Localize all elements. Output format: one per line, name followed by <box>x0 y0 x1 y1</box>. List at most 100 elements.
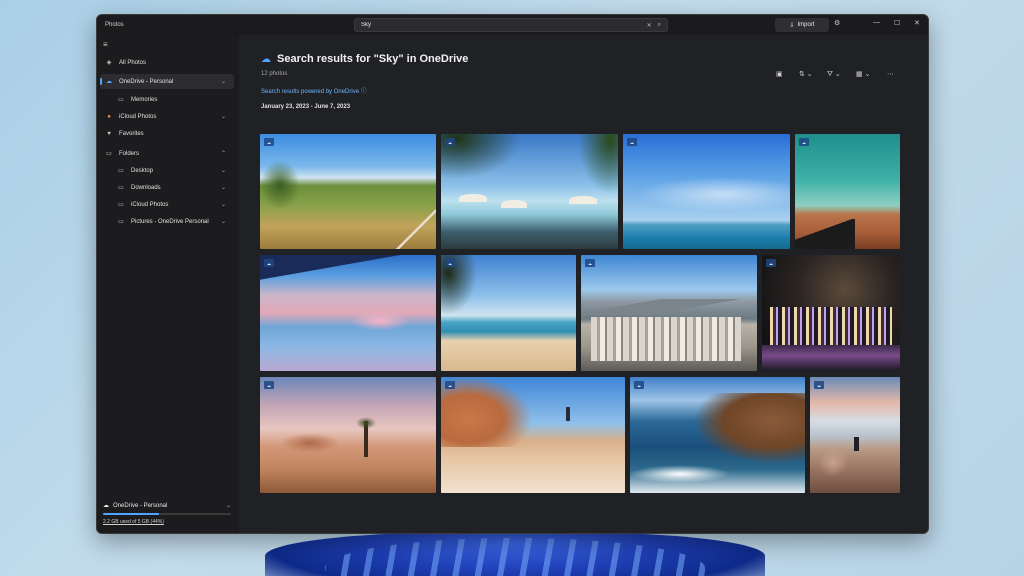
photo-rocky-coast-people[interactable]: ☁ <box>810 377 900 493</box>
folder-icon: ▭ <box>118 219 124 225</box>
sidebar-item-label: OneDrive - Personal <box>119 78 174 85</box>
photos-icon: ◈ <box>106 60 112 66</box>
photos-window: Photos ✕ ⌕ ⇩ Import ⚙ — ☐ ✕ ≡ ◈ All Phot… <box>96 14 929 534</box>
folder-icon: ▭ <box>118 168 124 174</box>
photo-desert-joshua-tree[interactable]: ☁ <box>260 377 436 493</box>
sidebar-item-label: All Photos <box>119 59 147 66</box>
sidebar-item-label: Memories <box>131 96 158 103</box>
storage-panel[interactable]: ☁ OneDrive - Personal ⌄ 2.2 GB used of 5… <box>103 502 231 525</box>
storage-progress-fill <box>103 513 160 515</box>
chevron-up-icon[interactable]: ⌃ <box>221 150 226 157</box>
chevron-down-icon[interactable]: ⌄ <box>221 201 226 208</box>
sidebar-item-label: Favorites <box>119 130 144 137</box>
onedrive-cloud-icon: ☁ <box>261 53 271 65</box>
import-button[interactable]: ⇩ Import <box>775 18 829 32</box>
storage-label: OneDrive - Personal <box>113 502 168 509</box>
wallpaper-bloom <box>265 532 765 576</box>
sidebar-item-icloud-photos-folder[interactable]: ▭ iCloud Photos ⌄ <box>100 197 234 212</box>
sidebar-item-label: iCloud Photos <box>131 201 169 208</box>
folder-icon: ▭ <box>106 151 112 157</box>
sidebar-item-folders[interactable]: ▭ Folders ⌃ <box>100 146 234 161</box>
search-icon[interactable]: ⌕ <box>658 22 661 29</box>
settings-gear-icon[interactable]: ⚙ <box>834 19 840 27</box>
storage-usage-link[interactable]: 2.2 GB used of 5 GB (44%) <box>103 519 231 525</box>
photo-rock-hiker[interactable]: ☁ <box>441 377 625 493</box>
powered-by-text: Search results powered by OneDrive <box>261 89 360 95</box>
page-title-text: Search results for "Sky" in OneDrive <box>277 53 469 65</box>
photo-airplane-wing-clouds[interactable]: ☁ <box>260 255 436 371</box>
photo-cliff-turquoise-sky[interactable]: ☁ <box>795 134 900 249</box>
onedrive-badge-icon: ☁ <box>766 259 776 267</box>
view-options-icon[interactable]: ▦ ⌄ <box>856 70 870 78</box>
import-icon: ⇩ <box>789 22 795 29</box>
chevron-down-icon[interactable]: ⌄ <box>226 502 231 509</box>
onedrive-badge-icon: ☁ <box>634 381 644 389</box>
onedrive-badge-icon: ☁ <box>445 381 455 389</box>
chevron-down-icon[interactable]: ⌄ <box>221 113 226 120</box>
onedrive-badge-icon: ☁ <box>585 259 595 267</box>
sidebar-item-desktop[interactable]: ▭ Desktop ⌄ <box>100 163 234 178</box>
heart-icon: ♥ <box>107 130 111 137</box>
page-title: ☁ Search results for "Sky" in OneDrive <box>261 53 468 65</box>
clear-search-icon[interactable]: ✕ <box>647 22 652 29</box>
app-title: Photos <box>105 22 124 28</box>
minimize-icon[interactable]: — <box>873 19 880 26</box>
chevron-down-icon[interactable]: ⌄ <box>221 78 226 85</box>
onedrive-badge-icon: ☁ <box>264 138 274 146</box>
filter-icon[interactable]: ⛛ ⌄ <box>827 70 841 79</box>
folder-icon: ▭ <box>118 97 124 103</box>
search-input[interactable] <box>361 22 641 28</box>
sidebar-item-label: Downloads <box>131 184 161 191</box>
photo-beach-umbrellas-palms[interactable]: ☁ <box>441 134 618 249</box>
sidebar-item-icloud-photos[interactable]: ● iCloud Photos ⌄ <box>100 109 234 124</box>
icloud-icon: ● <box>107 113 111 120</box>
sidebar-item-memories[interactable]: ▭ Memories <box>100 92 234 107</box>
sidebar-item-label: iCloud Photos <box>119 113 157 120</box>
main-content: ☁ Search results for "Sky" in OneDrive 1… <box>239 35 928 533</box>
sort-icon[interactable]: ⇅ ⌄ <box>799 70 813 78</box>
sidebar-item-favorites[interactable]: ♥ Favorites <box>100 126 234 141</box>
storage-progress-bar <box>103 513 231 515</box>
cloud-icon: ☁ <box>106 79 112 85</box>
chevron-down-icon[interactable]: ⌄ <box>221 167 226 174</box>
title-bar: Photos ✕ ⌕ ⇩ Import ⚙ — ☐ ✕ <box>97 15 928 35</box>
photo-night-skyline[interactable]: ☁ <box>762 255 900 371</box>
sidebar-item-label: Desktop <box>131 167 154 174</box>
close-icon[interactable]: ✕ <box>914 19 920 27</box>
sidebar-item-label: Pictures - OneDrive Personal <box>131 218 209 225</box>
photo-hillside-meadow[interactable]: ☁ <box>260 134 436 249</box>
photo-sea-cliffs-waves[interactable]: ☁ <box>630 377 805 493</box>
photo-sandy-beach-shore[interactable]: ☁ <box>441 255 576 371</box>
onedrive-badge-icon: ☁ <box>445 138 455 146</box>
search-box[interactable]: ✕ ⌕ <box>354 18 668 32</box>
onedrive-badge-icon: ☁ <box>445 259 455 267</box>
cloud-icon: ☁ <box>103 503 109 509</box>
photo-city-mountains[interactable]: ☁ <box>581 255 757 371</box>
storage-title: ☁ OneDrive - Personal ⌄ <box>103 502 231 510</box>
onedrive-badge-icon: ☁ <box>627 138 637 146</box>
sidebar-item-downloads[interactable]: ▭ Downloads ⌄ <box>100 180 234 195</box>
sidebar-item-label: Folders <box>119 150 140 157</box>
maximize-icon[interactable]: ☐ <box>894 19 900 27</box>
sidebar-item-onedrive-personal[interactable]: ☁ OneDrive - Personal ⌄ <box>100 74 234 89</box>
slideshow-icon[interactable]: ▣ <box>776 70 783 78</box>
onedrive-badge-icon: ☁ <box>264 381 274 389</box>
more-options-icon[interactable]: ⋯ <box>887 70 894 78</box>
folder-icon: ▭ <box>118 185 124 191</box>
onedrive-badge-icon: ☁ <box>264 259 274 267</box>
sidebar-item-all-photos[interactable]: ◈ All Photos <box>100 55 234 70</box>
sidebar: ≡ ◈ All Photos ☁ OneDrive - Personal ⌄ ▭… <box>97 35 239 533</box>
date-range-heading: January 23, 2023 - June 7, 2023 <box>261 104 351 110</box>
chevron-down-icon[interactable]: ⌄ <box>221 184 226 191</box>
onedrive-badge-icon: ☁ <box>814 381 824 389</box>
chevron-down-icon[interactable]: ⌄ <box>221 218 226 225</box>
info-icon[interactable]: ⓘ <box>361 89 367 95</box>
photo-blue-sea-horizon[interactable]: ☁ <box>623 134 790 249</box>
photo-count: 12 photos <box>261 71 288 77</box>
onedrive-badge-icon: ☁ <box>799 138 809 146</box>
import-label: Import <box>797 22 815 28</box>
powered-by-link[interactable]: Search results powered by OneDrive ⓘ <box>261 86 367 95</box>
folder-icon: ▭ <box>118 202 124 208</box>
sidebar-item-pictures-onedrive[interactable]: ▭ Pictures - OneDrive Personal ⌄ <box>100 214 234 229</box>
hamburger-menu-icon[interactable]: ≡ <box>103 40 108 49</box>
